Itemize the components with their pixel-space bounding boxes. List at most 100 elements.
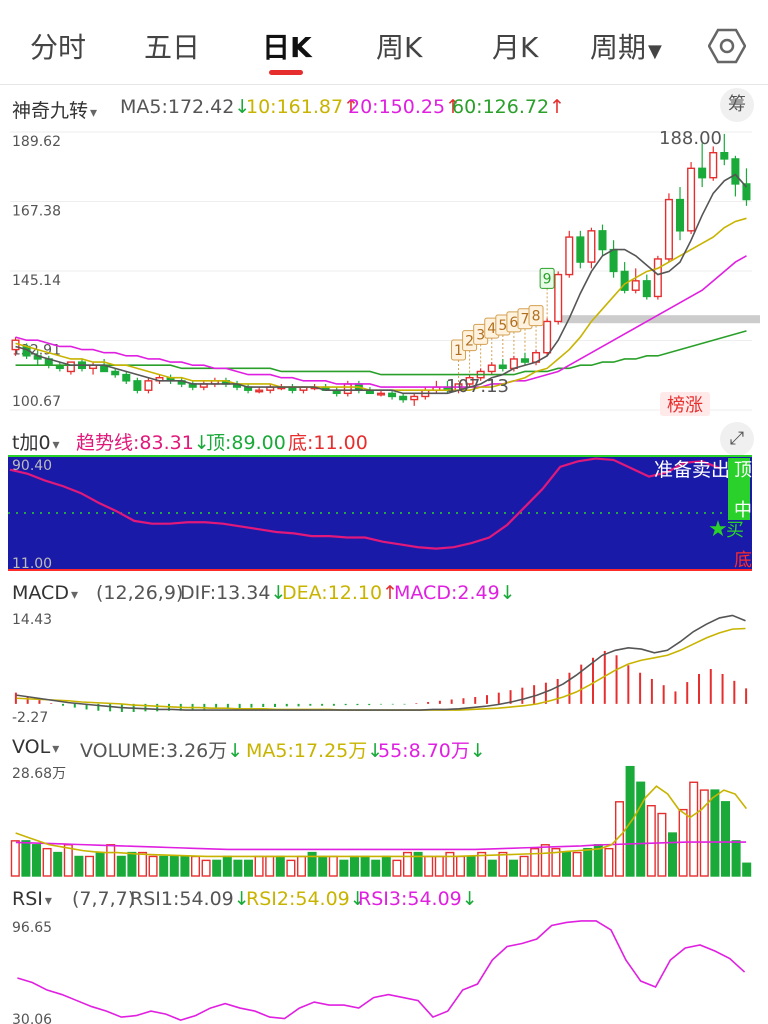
volume-bar-up bbox=[434, 855, 444, 877]
volume-bar-up bbox=[148, 855, 158, 877]
volume-bar-down bbox=[243, 859, 254, 877]
y-tick-label: 28.68万 bbox=[12, 766, 66, 782]
volume-bar-up bbox=[63, 844, 73, 877]
volume-bar-up bbox=[455, 855, 466, 877]
candle-up bbox=[66, 361, 75, 373]
volume-bar-up bbox=[201, 859, 211, 877]
rsi-indicator-select[interactable]: RSI bbox=[12, 888, 52, 910]
volume-bar-down bbox=[233, 859, 243, 877]
chip-distribution-button[interactable]: 筹 bbox=[720, 88, 754, 122]
vol-indicator-select[interactable]: VOL bbox=[12, 736, 59, 758]
td-number: 9 bbox=[543, 271, 552, 287]
volume-bar-up bbox=[296, 855, 307, 877]
support-band bbox=[560, 315, 760, 324]
candle-up bbox=[587, 230, 596, 263]
candle-up bbox=[554, 273, 563, 323]
ma60-legend: 60:126.72↑ bbox=[452, 96, 565, 118]
volume-legend: VOLUME:3.26万↓ bbox=[80, 740, 244, 762]
top-legend: 顶:89.00 bbox=[206, 432, 286, 454]
volume-bar-up bbox=[286, 859, 296, 877]
candle-down bbox=[498, 364, 507, 370]
volume-bar-down bbox=[127, 851, 137, 877]
candle-up bbox=[709, 151, 718, 179]
sell-signal-label: 准备卖出 bbox=[654, 459, 730, 481]
volume-bar-up bbox=[84, 855, 95, 877]
candle-down bbox=[133, 380, 142, 391]
tab-intraday[interactable]: 分时 bbox=[30, 26, 86, 66]
td-number: 5 bbox=[498, 318, 507, 334]
td-number: 2 bbox=[465, 334, 474, 350]
td-number: 3 bbox=[476, 327, 485, 343]
volume-bar-up bbox=[424, 855, 434, 877]
tab-daily-k[interactable]: 日K bbox=[262, 26, 312, 66]
tjia0-indicator-select[interactable]: t加0 bbox=[12, 428, 60, 455]
rsi-chart[interactable]: 96.65 30.06 bbox=[0, 914, 768, 1024]
y-tick-label: 100.67 bbox=[12, 394, 61, 410]
buy-label: 买 bbox=[726, 520, 744, 541]
candle-down bbox=[698, 167, 707, 179]
y-tick-label: 30.06 bbox=[12, 1012, 52, 1024]
candlestick-chart[interactable]: 189.62167.38145.14122.91100.6712 3 4 5 6 7 891… bbox=[0, 120, 768, 420]
bottom-legend: 底:11.00 bbox=[288, 432, 368, 454]
expand-icon[interactable]: ⤢ bbox=[720, 422, 754, 456]
main-indicator-header: 神奇九转 MA5:172.42↓ 10:161.87↑ 20:150.25↑ 6… bbox=[0, 88, 768, 122]
td-number: 6 bbox=[509, 315, 518, 331]
volume-bar-up bbox=[604, 847, 614, 877]
candle-up bbox=[664, 198, 673, 260]
volume-bar-down bbox=[720, 801, 731, 877]
candle-up bbox=[653, 258, 662, 298]
tjia0-chart[interactable]: 90.40 11.00 准备卖出 顶中 ★买底 bbox=[0, 454, 768, 572]
tab-period-label: 周期 bbox=[590, 31, 647, 64]
volume-bar-up bbox=[106, 844, 116, 877]
volume-bar-up bbox=[540, 844, 550, 877]
tjia0-header: t加0 趋势线:83.31↓ 顶:89.00 底:11.00 ⤢ bbox=[0, 420, 768, 456]
high-price-label: 188.00 bbox=[659, 128, 722, 149]
ma10-legend: 10:161.87↑ bbox=[246, 96, 359, 118]
candle-down bbox=[111, 370, 120, 376]
tab-period[interactable]: 周期 ▼ bbox=[590, 26, 662, 66]
candle-down bbox=[720, 151, 729, 160]
tab-weekly-k[interactable]: 周K bbox=[376, 26, 422, 66]
ma20-legend: 20:150.25↑ bbox=[348, 96, 461, 118]
rsi-params: (7,7,7) bbox=[72, 888, 136, 910]
bottom-label: 底 bbox=[734, 550, 752, 571]
y-tick-label: 14.43 bbox=[12, 612, 52, 628]
volume-bar-down bbox=[508, 859, 519, 877]
volume-bar-down bbox=[74, 855, 84, 877]
td-number: 4 bbox=[487, 321, 496, 337]
volume-bar-down bbox=[53, 851, 63, 877]
volume-bar-up bbox=[392, 859, 402, 877]
macd-indicator-select[interactable]: MACD bbox=[12, 582, 78, 604]
rank-badge: 榜涨 bbox=[667, 395, 703, 416]
macd-header: MACD (12,26,9) DIF:13.34↓ DEA:12.10↑ MAC… bbox=[0, 574, 768, 608]
volume-bar-down bbox=[275, 855, 285, 877]
volume-bar-up bbox=[657, 812, 667, 877]
active-tab-indicator bbox=[269, 70, 303, 75]
tab-five-day[interactable]: 五日 bbox=[144, 26, 200, 66]
y-tick-label: 96.65 bbox=[12, 920, 52, 936]
td-number: 8 bbox=[532, 309, 541, 325]
vol-ma55-legend: 55:8.70万↓ bbox=[378, 740, 486, 762]
volume-bar-down bbox=[222, 855, 232, 877]
candle-down bbox=[609, 248, 618, 273]
period-tabs: 分时 五日 日K 周K 月K 周期 ▼ bbox=[0, 0, 768, 85]
volume-bar-down bbox=[636, 781, 646, 877]
rsi-header: RSI (7,7,7) RSI1:54.09↓ RSI2:54.09↓ RSI3… bbox=[0, 880, 768, 914]
volume-chart[interactable]: 28.68万 bbox=[0, 760, 768, 878]
y-tick-label: -2.27 bbox=[12, 710, 48, 724]
candle-up bbox=[11, 339, 20, 351]
settings-hexagon-icon[interactable] bbox=[708, 28, 746, 64]
y-tick-label: 167.38 bbox=[12, 204, 61, 220]
y-tick-label: 145.14 bbox=[12, 273, 61, 289]
candle-up bbox=[343, 383, 352, 395]
main-indicator-select[interactable]: 神奇九转 bbox=[12, 96, 97, 123]
macd-params: (12,26,9) bbox=[96, 582, 184, 604]
volume-bar-down bbox=[561, 851, 572, 877]
volume-bar-up bbox=[190, 855, 201, 877]
volume-bar-down bbox=[360, 855, 370, 877]
y-tick-label: 11.00 bbox=[12, 556, 52, 572]
macd-chart[interactable]: 14.43 -2.27 bbox=[0, 606, 768, 724]
tab-monthly-k[interactable]: 月K bbox=[492, 26, 538, 66]
chevron-down-icon: ▼ bbox=[648, 41, 662, 62]
macd-legend: MACD:2.49↓ bbox=[394, 582, 516, 604]
